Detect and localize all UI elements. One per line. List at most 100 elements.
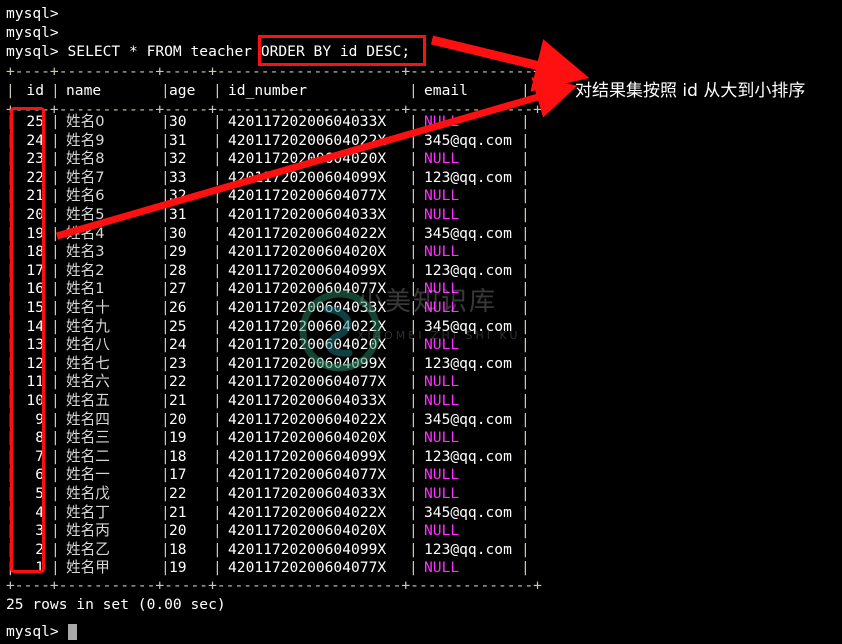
cell-email: NULL <box>424 485 460 502</box>
cell-id-number: 42011720200604020X <box>228 243 387 261</box>
cell-id-number: 42011720200604077X <box>228 280 387 298</box>
row-bar-4: | <box>409 447 418 465</box>
row-bar-1: | <box>51 187 60 205</box>
row-bar-4: | <box>409 485 418 502</box>
cell-id-number: 42011720200604099X <box>228 261 387 279</box>
cell-id-number: 42011720200604022X <box>228 503 387 521</box>
cell-name: 姓名3 <box>66 243 105 261</box>
row-bar-3: | <box>213 522 222 540</box>
column-header-id-number: id_number <box>228 82 308 99</box>
row-bar-4: | <box>409 466 418 484</box>
row-bar-4: | <box>409 336 418 354</box>
row-bar-5: | <box>521 113 530 130</box>
cell-id-number: 42011720200604022X <box>228 317 387 335</box>
command-prefix: mysql> SELECT * FROM teacher <box>6 43 261 60</box>
cell-id-number: 42011720200604077X <box>228 187 387 205</box>
row-bar-3: | <box>213 485 222 502</box>
row-bar-1: | <box>51 131 60 149</box>
table-rule-bottom: +----+-----------+-----+----------------… <box>6 577 542 594</box>
cell-age: 30 <box>169 224 187 242</box>
cell-age: 19 <box>169 429 187 447</box>
cell-name: 姓名六 <box>66 373 110 391</box>
row-bar-3: | <box>213 373 222 391</box>
row-bar-1: | <box>51 540 60 558</box>
cell-email: NULL <box>424 336 460 354</box>
row-bar-1: | <box>51 168 60 186</box>
cell-name: 姓名丙 <box>66 522 110 540</box>
cell-email: 123@qq.com <box>424 447 512 465</box>
row-bar-5: | <box>521 150 530 168</box>
cell-id-number: 42011720200604020X <box>228 522 387 540</box>
row-bar-1: | <box>51 113 60 130</box>
cell-age: 25 <box>169 317 187 335</box>
row-bar-3: | <box>213 280 222 298</box>
cell-age: 20 <box>169 522 187 540</box>
cell-age: 28 <box>169 261 187 279</box>
row-bar-4: | <box>409 206 418 223</box>
row-bar-1: | <box>51 447 60 465</box>
cell-email: 123@qq.com <box>424 540 512 558</box>
cell-email: 123@qq.com <box>424 354 512 372</box>
row-bar-3: | <box>213 336 222 354</box>
row-bar-3: | <box>213 354 222 372</box>
header-bar-3: | <box>213 82 222 99</box>
header-bar-1: | <box>51 82 60 99</box>
cell-email: 123@qq.com <box>424 261 512 279</box>
row-bar-5: | <box>521 206 530 223</box>
header-bar-4: | <box>409 82 418 99</box>
row-bar-5: | <box>521 429 530 447</box>
cell-email: NULL <box>424 522 460 540</box>
cell-name: 姓名一 <box>66 466 110 484</box>
cell-name: 姓名十 <box>66 299 110 316</box>
row-bar-5: | <box>521 317 530 335</box>
row-bar-1: | <box>51 336 60 354</box>
row-bar-4: | <box>409 299 418 316</box>
table-header-row: | id | name | age | id_number | email | <box>6 81 530 100</box>
row-bar-3: | <box>213 429 222 447</box>
cell-id-number: 42011720200604033X <box>228 485 387 502</box>
row-bar-4: | <box>409 261 418 279</box>
row-bar-3: | <box>213 131 222 149</box>
cell-name: 姓名八 <box>66 336 110 354</box>
row-bar-3: | <box>213 392 222 409</box>
cell-email: NULL <box>424 392 460 409</box>
cell-name: 姓名甲 <box>66 559 110 577</box>
cell-age: 23 <box>169 354 187 372</box>
cell-email: 345@qq.com <box>424 131 512 149</box>
cell-age: 29 <box>169 243 187 261</box>
cell-email: NULL <box>424 373 460 391</box>
highlight-box-order-by-clause <box>258 35 426 66</box>
final-prompt: mysql> <box>6 623 59 640</box>
cell-id-number: 42011720200604022X <box>228 410 387 428</box>
row-bar-5: | <box>521 187 530 205</box>
row-bar-4: | <box>409 373 418 391</box>
row-bar-4: | <box>409 410 418 428</box>
cell-email: 345@qq.com <box>424 317 512 335</box>
row-bar-1: | <box>51 261 60 279</box>
row-bar-1: | <box>51 559 60 577</box>
cell-name: 姓名五 <box>66 392 110 409</box>
cell-age: 21 <box>169 503 187 521</box>
row-bar-5: | <box>521 243 530 261</box>
cell-email: 345@qq.com <box>424 503 512 521</box>
row-bar-4: | <box>409 559 418 577</box>
cell-email: NULL <box>424 466 460 484</box>
cell-age: 17 <box>169 466 187 484</box>
cell-age: 30 <box>169 113 187 130</box>
row-bar-3: | <box>213 150 222 168</box>
cell-id-number: 42011720200604099X <box>228 354 387 372</box>
row-bar-5: | <box>521 280 530 298</box>
cell-email: 345@qq.com <box>424 410 512 428</box>
cell-id-number: 42011720200604033X <box>228 113 387 130</box>
row-bar-3: | <box>213 206 222 223</box>
cell-id-number: 42011720200604022X <box>228 224 387 242</box>
row-bar-5: | <box>521 261 530 279</box>
row-bar-4: | <box>409 113 418 130</box>
row-bar-5: | <box>521 224 530 242</box>
cell-id-number: 42011720200604077X <box>228 559 387 577</box>
row-bar-3: | <box>213 466 222 484</box>
row-bar-5: | <box>521 392 530 409</box>
cell-age: 32 <box>169 187 187 205</box>
row-bar-4: | <box>409 317 418 335</box>
row-bar-5: | <box>521 503 530 521</box>
